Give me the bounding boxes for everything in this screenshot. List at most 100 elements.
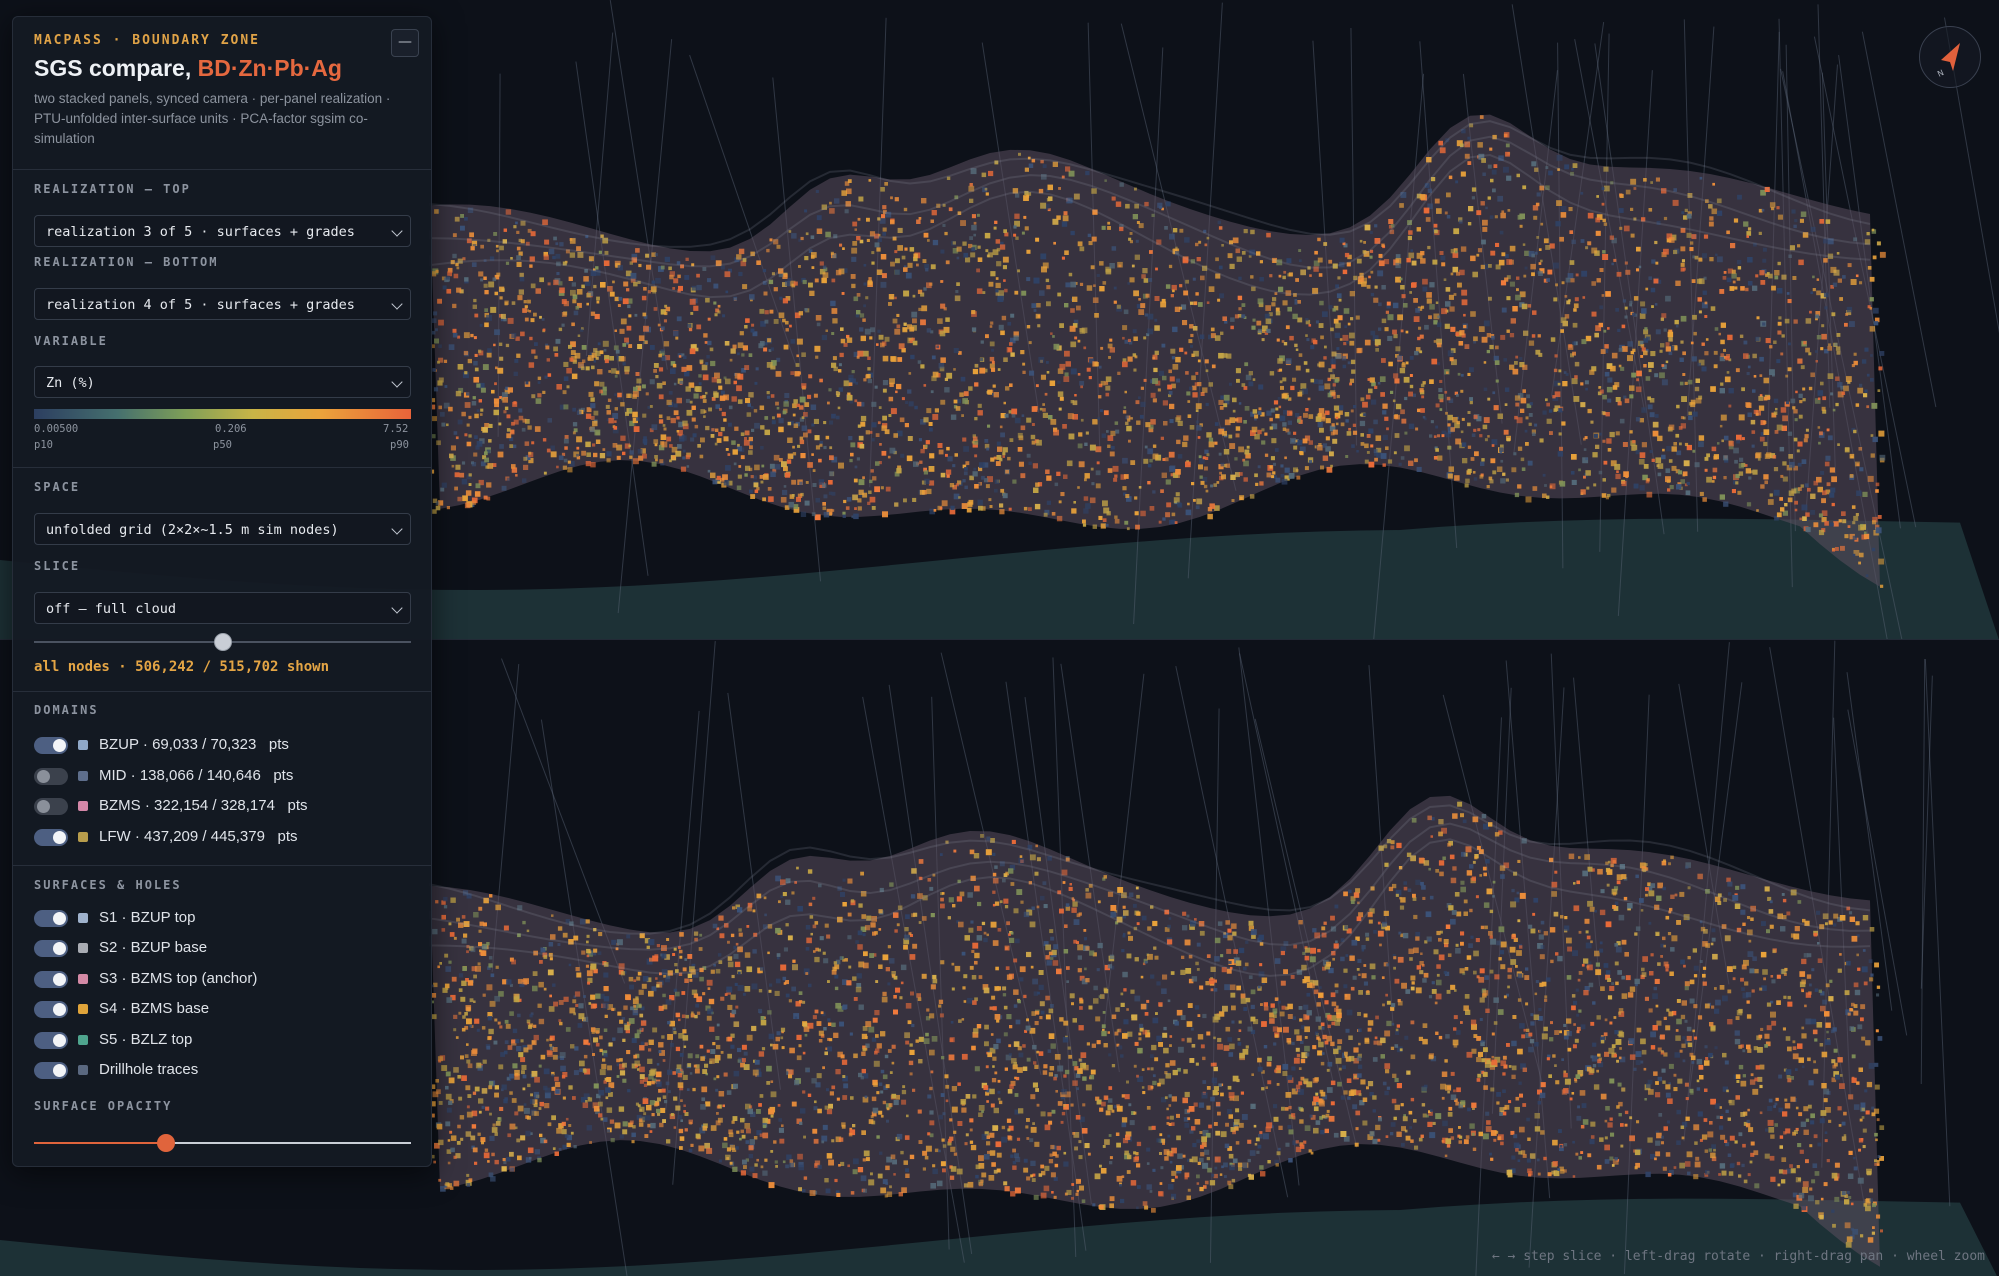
grade-point <box>976 288 983 294</box>
grade-point <box>1314 250 1318 255</box>
grade-point <box>487 463 494 469</box>
grade-point <box>467 1063 473 1069</box>
grade-point <box>1142 268 1148 274</box>
grade-point <box>677 444 682 449</box>
grade-point <box>1870 453 1875 458</box>
grade-point <box>1609 431 1615 438</box>
grade-point <box>1179 306 1182 310</box>
grade-point <box>910 354 915 360</box>
grade-point <box>1070 281 1076 288</box>
grade-point <box>679 1136 685 1141</box>
grade-point <box>1531 272 1535 277</box>
grade-point <box>1697 297 1702 302</box>
grade-point <box>1250 1004 1255 1009</box>
grade-point <box>1831 312 1836 317</box>
grade-point <box>894 296 897 300</box>
grade-point <box>856 236 861 241</box>
grade-point <box>1469 397 1473 401</box>
grade-point <box>596 300 600 304</box>
grade-point <box>443 905 448 909</box>
grade-point <box>795 363 800 367</box>
grade-point <box>947 456 953 462</box>
grade-point <box>1831 476 1837 483</box>
grade-point <box>1382 434 1388 440</box>
grade-point <box>1633 483 1639 489</box>
grade-point <box>630 272 637 279</box>
grade-point <box>1647 404 1653 410</box>
grade-point <box>1214 335 1221 341</box>
grade-point <box>1165 1063 1170 1068</box>
grade-point <box>778 1118 782 1122</box>
grade-point <box>1015 193 1020 198</box>
grade-point <box>1656 464 1660 468</box>
grade-point <box>714 428 719 432</box>
grade-point <box>484 451 488 456</box>
grade-point <box>481 1088 488 1094</box>
grade-point <box>1650 181 1653 184</box>
grade-point <box>1843 385 1849 392</box>
grade-point <box>637 344 643 349</box>
grade-point <box>1325 418 1331 424</box>
grade-point <box>1102 500 1108 507</box>
grade-point <box>920 448 925 454</box>
grade-point <box>1460 246 1467 252</box>
grade-point <box>1419 350 1423 354</box>
grade-point <box>1172 228 1178 233</box>
grade-point <box>1619 418 1625 424</box>
grade-point <box>1230 317 1235 322</box>
grade-point <box>520 331 525 337</box>
grade-point <box>1234 314 1239 319</box>
grade-point <box>629 984 634 990</box>
grade-point <box>1017 432 1023 438</box>
grade-point <box>624 366 630 372</box>
grade-point <box>1467 161 1472 165</box>
grade-point <box>1441 434 1445 438</box>
grade-point <box>1122 457 1128 464</box>
grade-point <box>1668 337 1673 342</box>
grade-point <box>1822 396 1827 401</box>
grade-point <box>1295 278 1299 282</box>
grade-point <box>1654 1157 1657 1161</box>
grade-point <box>589 427 595 433</box>
grade-point <box>710 472 716 479</box>
grade-point <box>1091 236 1097 242</box>
grade-point <box>971 310 976 315</box>
grade-point <box>1472 471 1476 474</box>
grade-point <box>1400 329 1404 333</box>
grade-point <box>831 413 836 419</box>
grade-point <box>1382 403 1388 409</box>
grade-point <box>1169 403 1175 410</box>
grade-point <box>617 392 622 398</box>
grade-point <box>1467 136 1471 140</box>
grade-point <box>851 370 855 374</box>
grade-point <box>876 269 883 275</box>
grade-point <box>1109 1203 1114 1209</box>
grade-point <box>1295 365 1301 371</box>
grade-point <box>542 219 548 226</box>
grade-point <box>1206 453 1210 457</box>
grade-point <box>1243 460 1249 467</box>
grade-point <box>804 256 809 261</box>
grade-point <box>1195 409 1199 412</box>
grade-point <box>1536 236 1540 239</box>
grade-point <box>1499 450 1503 454</box>
grade-point <box>1153 367 1158 373</box>
grade-point <box>1780 926 1786 932</box>
grade-point <box>801 1189 806 1193</box>
grade-point <box>1107 435 1114 441</box>
grade-point <box>1440 255 1446 261</box>
grade-point <box>1284 467 1290 473</box>
grade-point <box>1315 1093 1319 1096</box>
grade-point <box>1172 364 1179 370</box>
grade-point <box>1243 386 1248 390</box>
grade-point <box>1404 445 1410 452</box>
grade-point <box>693 305 699 311</box>
grade-point <box>514 1111 519 1116</box>
grade-point <box>571 373 578 380</box>
grade-point <box>1572 322 1578 328</box>
grade-point <box>1758 231 1762 235</box>
grade-point <box>1631 372 1637 378</box>
grade-point <box>1697 362 1701 367</box>
grade-point <box>1481 458 1485 462</box>
grade-point <box>1252 409 1258 414</box>
